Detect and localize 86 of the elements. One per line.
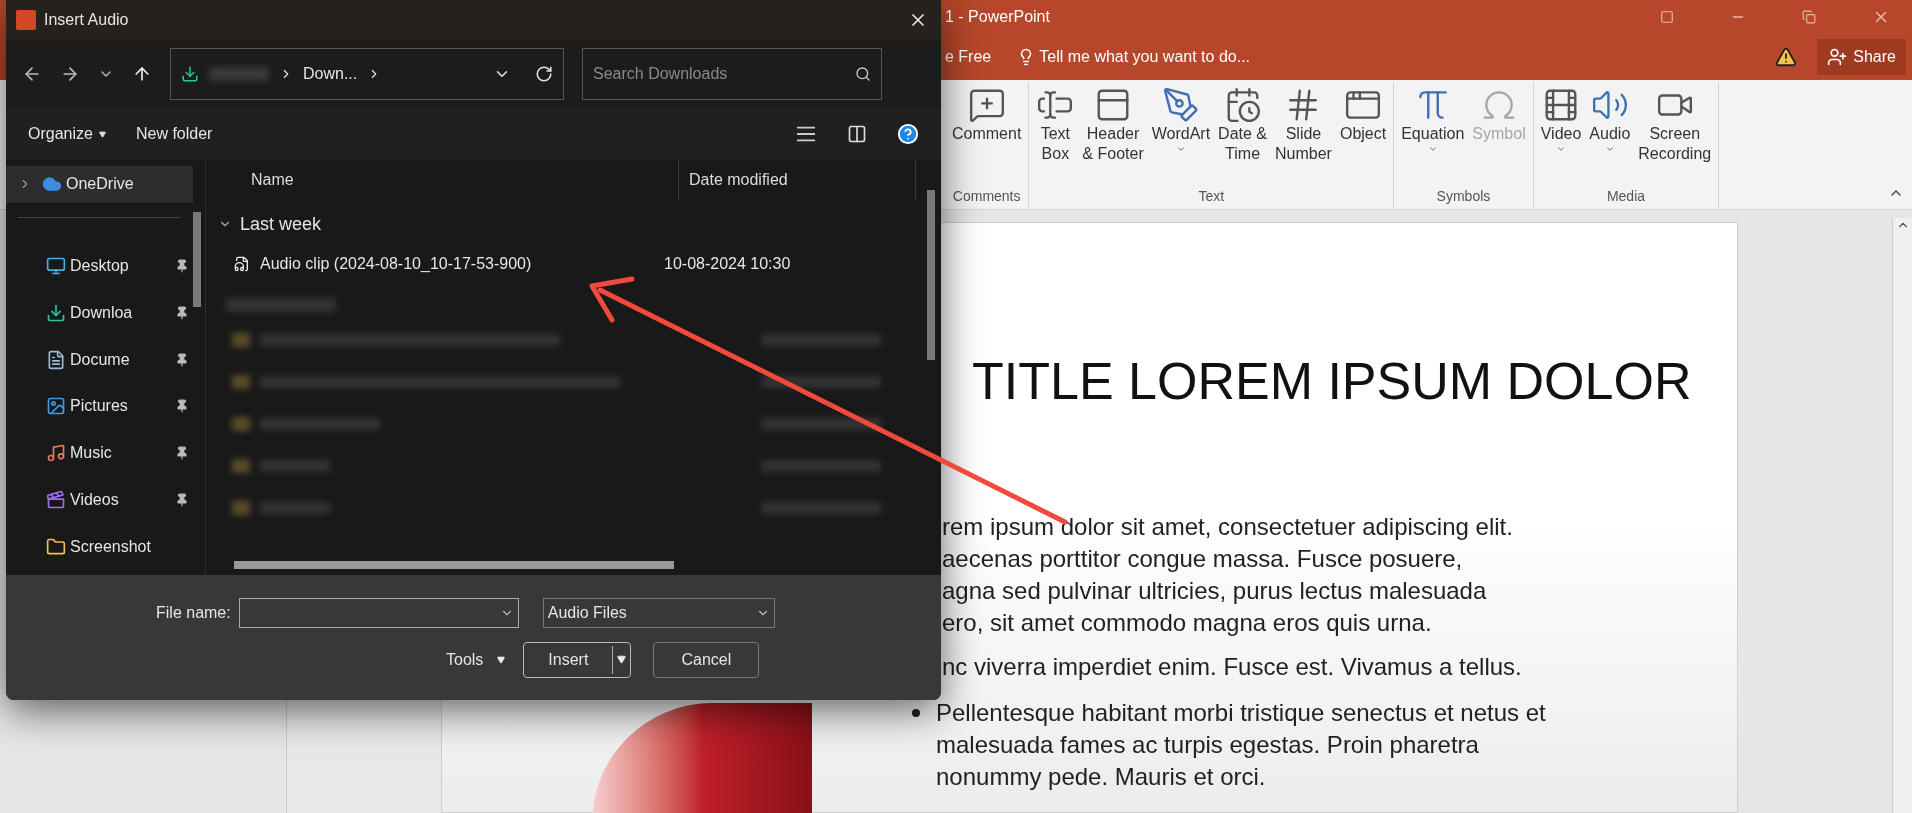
caret-icon <box>98 130 106 138</box>
pen-icon <box>1161 86 1200 124</box>
address-bar[interactable]: Down... <box>170 48 564 100</box>
nav-item[interactable]: Videos <box>6 481 193 519</box>
vertical-scrollbar[interactable] <box>1892 218 1912 813</box>
insert-button[interactable]: Insert <box>523 641 632 678</box>
pin-icon <box>175 492 189 507</box>
ribbon-button[interactable]: Date & Time <box>1215 82 1271 186</box>
warning-icon[interactable] <box>1775 46 1798 68</box>
breadcrumb[interactable]: Down... <box>303 62 358 86</box>
file-row[interactable]: Audio clip (2024-08-10_10-17-53-900) 10-08-2024 10:30 <box>206 244 941 284</box>
person-add-icon <box>1827 47 1848 67</box>
nav-item[interactable]: Music <box>6 434 193 472</box>
file-type-select[interactable]: Audio Files <box>542 597 775 628</box>
caret-icon <box>1175 144 1186 154</box>
body-text: rem ipsum dolor sit amet, consectetuer adipiscing elit. aecenas porttitor congue massa. Fusce posuere, agna sed pulvinar ultricies, purus lectus malesuada ero, sit amet commodo magna eros quis urna. <box>942 512 1514 638</box>
nav-item[interactable]: Downloa <box>6 294 193 332</box>
pin-icon <box>175 399 189 414</box>
slide-title: TITLE LOREM IPSUM DOLOR <box>972 351 1693 411</box>
column-header[interactable]: Date modified <box>679 159 916 200</box>
help-icon[interactable] <box>897 123 919 145</box>
ribbon-button[interactable]: Screen Recording <box>1635 82 1715 186</box>
ribbon-button[interactable]: Text Box <box>1033 82 1078 186</box>
refresh-icon[interactable] <box>535 65 553 83</box>
document-icon <box>46 349 66 370</box>
ribbon-button[interactable]: Audio <box>1586 82 1634 186</box>
video-icon <box>46 489 66 510</box>
nav-item[interactable]: Screenshot <box>6 528 193 565</box>
pin-icon <box>175 352 189 367</box>
ribbon-display-icon[interactable] <box>1660 10 1674 24</box>
nav-item[interactable]: Docume <box>6 341 193 378</box>
pin-icon <box>175 259 189 274</box>
picture-icon <box>46 396 66 417</box>
window-title: 1 - PowerPoint <box>945 7 1050 27</box>
folder-icon <box>46 536 66 557</box>
tools-button[interactable]: Tools <box>446 647 506 672</box>
restore-icon[interactable] <box>1802 10 1816 24</box>
preview-pane-icon[interactable] <box>847 124 867 144</box>
monitor-icon <box>46 256 66 277</box>
app-logo-icon <box>16 10 36 30</box>
pin-icon <box>175 446 189 461</box>
new-folder-button[interactable]: New folder <box>135 122 213 146</box>
horizontal-scrollbar-thumb[interactable] <box>234 561 674 569</box>
nav-item[interactable]: OneDrive <box>6 166 193 203</box>
caret-icon <box>1427 144 1438 154</box>
group-label: Comments <box>951 187 1022 206</box>
caret-icon <box>617 655 627 664</box>
nav-item[interactable]: Pictures <box>6 387 193 425</box>
audio-file-icon <box>234 256 250 272</box>
vertical-scrollbar-thumb[interactable] <box>927 190 935 360</box>
group-label: Symbols <box>1435 187 1492 206</box>
ribbon-button[interactable]: Comment <box>949 82 1025 186</box>
scrollbar-thumb[interactable] <box>193 212 201 307</box>
bullet-icon <box>912 709 920 717</box>
ribbon-button[interactable]: Header & Footer <box>1079 82 1147 186</box>
search-input[interactable]: Search Downloads <box>593 62 855 86</box>
caret-icon <box>497 655 506 664</box>
ribbon-button[interactable]: Slide Number <box>1272 82 1335 186</box>
ribbon-button[interactable]: WordArt <box>1148 82 1214 186</box>
search-icon <box>855 66 871 82</box>
download-icon <box>181 65 199 83</box>
file-name-label: File name: <box>156 602 231 623</box>
file-name-field[interactable] <box>238 597 519 628</box>
pin-icon <box>175 305 189 320</box>
caret-icon <box>1556 144 1567 154</box>
share-button[interactable]: Share <box>1817 39 1906 75</box>
ribbon-button[interactable]: Object <box>1336 82 1390 186</box>
ribbon-button[interactable]: Equation <box>1398 82 1468 186</box>
ribbon-button[interactable]: Video <box>1537 82 1585 186</box>
search-field[interactable]: Search Downloads <box>582 48 882 100</box>
caret-icon <box>1604 144 1615 154</box>
music-note-icon <box>46 443 66 464</box>
nav-item[interactable]: Desktop <box>6 247 193 285</box>
body-text: nc viverra imperdiet enim. Fusce est. Vivamus a tellus. <box>942 652 1523 682</box>
blurred-folder-name <box>209 67 269 81</box>
group-label: Media <box>1605 187 1647 206</box>
dialog-title: Insert Audio <box>44 10 129 30</box>
cancel-button[interactable]: Cancel <box>653 641 760 678</box>
organize-button[interactable]: Organize <box>28 122 106 146</box>
download-icon <box>46 302 66 323</box>
group-label: Text <box>1197 187 1226 206</box>
group-header[interactable]: Last week <box>206 204 941 244</box>
ribbon-tab[interactable]: e Free <box>945 45 992 69</box>
bullet-text: Pellentesque habitant morbi tristique senectus et netus et malesuada fames ac turpis egestas. Proin pharetra nonummy pede. Mauris et orci. <box>936 698 1547 792</box>
tell-me-box[interactable]: Tell me what you want to do... <box>1017 45 1251 69</box>
column-header[interactable]: Name <box>251 159 679 200</box>
